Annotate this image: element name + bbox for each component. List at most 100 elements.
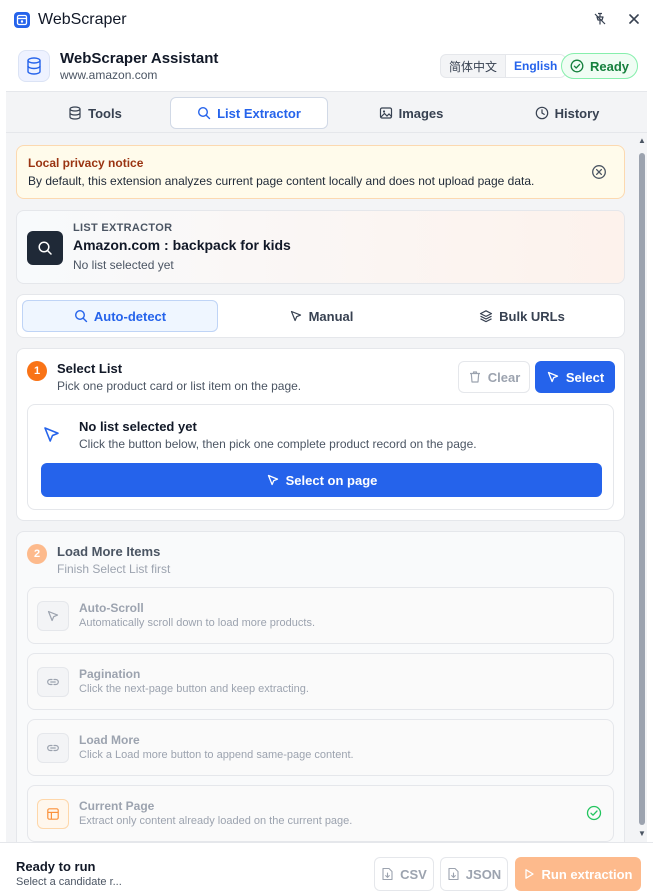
cursor-icon (267, 474, 278, 486)
tab-list-extractor[interactable]: List Extractor (170, 97, 328, 129)
step-title: Load More Items (57, 544, 161, 559)
mode-selector: Auto-detect Manual Bulk URLs (16, 294, 625, 338)
file-download-icon (382, 867, 393, 881)
tab-label: List Extractor (217, 105, 301, 121)
option-load-more[interactable]: Load More Click a Load more button to ap… (27, 719, 614, 776)
play-icon (525, 869, 535, 879)
app-header: WebScraper Assistant www.amazon.com 简体中文… (0, 44, 653, 90)
option-title: Load More (79, 733, 140, 747)
title-bar: WebScraper (0, 0, 653, 40)
scroll-down-icon[interactable]: ▼ (638, 830, 646, 838)
close-icon[interactable] (625, 10, 643, 28)
option-auto-scroll[interactable]: Auto-Scroll Automatically scroll down to… (27, 587, 614, 644)
close-circle-icon[interactable] (591, 164, 607, 180)
select-label: Select (565, 369, 605, 385)
mode-bulk-urls[interactable]: Bulk URLs (424, 300, 620, 332)
step-subtitle: Pick one product card or list item on th… (57, 379, 302, 393)
empty-title: No list selected yet (79, 419, 197, 434)
notice-title: Local privacy notice (28, 156, 144, 170)
option-description: Click a Load more button to append same-… (79, 749, 354, 761)
table-icon (37, 799, 69, 829)
search-icon (27, 231, 63, 265)
select-on-page-button[interactable]: Select on page (41, 463, 602, 497)
cursor-icon (290, 310, 301, 322)
step-number-badge: 1 (27, 361, 47, 381)
status-label: Ready (589, 58, 630, 74)
step-title: Select List (57, 361, 123, 376)
tab-history[interactable]: History (492, 97, 642, 129)
csv-label: CSV (400, 866, 427, 882)
step-subtitle: Finish Select List first (57, 562, 171, 576)
database-icon (18, 50, 50, 82)
vertical-scrollbar[interactable]: ▲ ▼ (637, 133, 647, 842)
database-icon (69, 106, 81, 120)
empty-text: Click the button below, then pick one co… (79, 437, 477, 451)
tab-label: Tools (88, 105, 122, 121)
mode-manual[interactable]: Manual (223, 300, 419, 332)
mode-label: Manual (308, 308, 354, 324)
empty-selection-box: No list selected yet Click the button be… (27, 404, 614, 510)
step-select-list: 1 Select List Pick one product card or l… (16, 348, 625, 521)
privacy-notice: Local privacy notice By default, this ex… (16, 145, 625, 199)
mode-label: Bulk URLs (499, 308, 565, 324)
option-description: Click the next-page button and keep extr… (79, 683, 309, 695)
cursor-icon (547, 371, 558, 383)
search-icon (198, 106, 211, 120)
footer-status-text: Select a candidate r... (16, 876, 122, 888)
run-label: Run extraction (541, 866, 633, 882)
json-label: JSON (465, 866, 502, 882)
option-title: Auto-Scroll (79, 601, 144, 615)
extractor-kicker: LIST EXTRACTOR (73, 222, 173, 234)
tab-tools[interactable]: Tools (20, 97, 170, 129)
clear-button[interactable]: Clear (458, 361, 530, 393)
option-title: Current Page (79, 799, 155, 813)
mode-auto-detect[interactable]: Auto-detect (22, 300, 218, 332)
list-extractor-card: LIST EXTRACTOR Amazon.com : backpack for… (16, 210, 625, 284)
window-title: WebScraper (38, 11, 127, 28)
search-icon (74, 309, 88, 323)
option-pagination[interactable]: Pagination Click the next-page button an… (27, 653, 614, 710)
tab-bar: Tools List Extractor Images History (6, 91, 647, 133)
check-circle-icon (586, 805, 602, 821)
tab-images[interactable]: Images (336, 97, 486, 129)
trash-icon (469, 371, 480, 383)
footer-status-title: Ready to run (16, 859, 96, 874)
option-current-page[interactable]: Current Page Extract only content alread… (27, 785, 614, 842)
image-icon (379, 107, 392, 119)
link-icon (37, 733, 69, 763)
option-title: Pagination (79, 667, 141, 681)
cursor-icon (37, 601, 69, 631)
select-button[interactable]: Select (535, 361, 615, 393)
page-title: Amazon.com : backpack for kids (73, 237, 291, 253)
link-icon (37, 667, 69, 697)
content-scroll-area[interactable]: Local privacy notice By default, this ex… (6, 133, 647, 842)
app-logo-icon (14, 12, 30, 28)
select-on-page-label: Select on page (285, 472, 378, 488)
notice-text: By default, this extension analyzes curr… (28, 174, 535, 188)
scrollbar-thumb[interactable] (639, 153, 645, 825)
unpin-icon[interactable] (591, 10, 609, 28)
extractor-status: No list selected yet (73, 258, 174, 272)
step-number-badge: 2 (27, 544, 47, 564)
status-badge: Ready (561, 53, 638, 79)
export-csv-button[interactable]: CSV (374, 857, 434, 891)
clock-icon (535, 106, 548, 120)
step-load-more: 2 Load More Items Finish Select List fir… (16, 531, 625, 842)
file-download-icon (448, 867, 459, 881)
assistant-title: WebScraper Assistant (60, 50, 219, 67)
export-json-button[interactable]: JSON (440, 857, 508, 891)
language-english-button[interactable]: English (505, 55, 566, 77)
tab-label: History (554, 105, 600, 121)
mode-label: Auto-detect (93, 308, 167, 324)
option-description: Automatically scroll down to load more p… (79, 617, 315, 629)
run-extraction-button[interactable]: Run extraction (515, 857, 641, 891)
scroll-up-icon[interactable]: ▲ (638, 137, 646, 145)
cursor-icon (44, 427, 59, 442)
tab-label: Images (398, 105, 444, 121)
language-chinese-button[interactable]: 简体中文 (441, 55, 505, 77)
layers-icon (480, 310, 493, 323)
check-circle-icon (570, 59, 584, 73)
option-description: Extract only content already loaded on t… (79, 815, 353, 827)
clear-label: Clear (487, 369, 521, 385)
site-domain: www.amazon.com (60, 68, 158, 82)
